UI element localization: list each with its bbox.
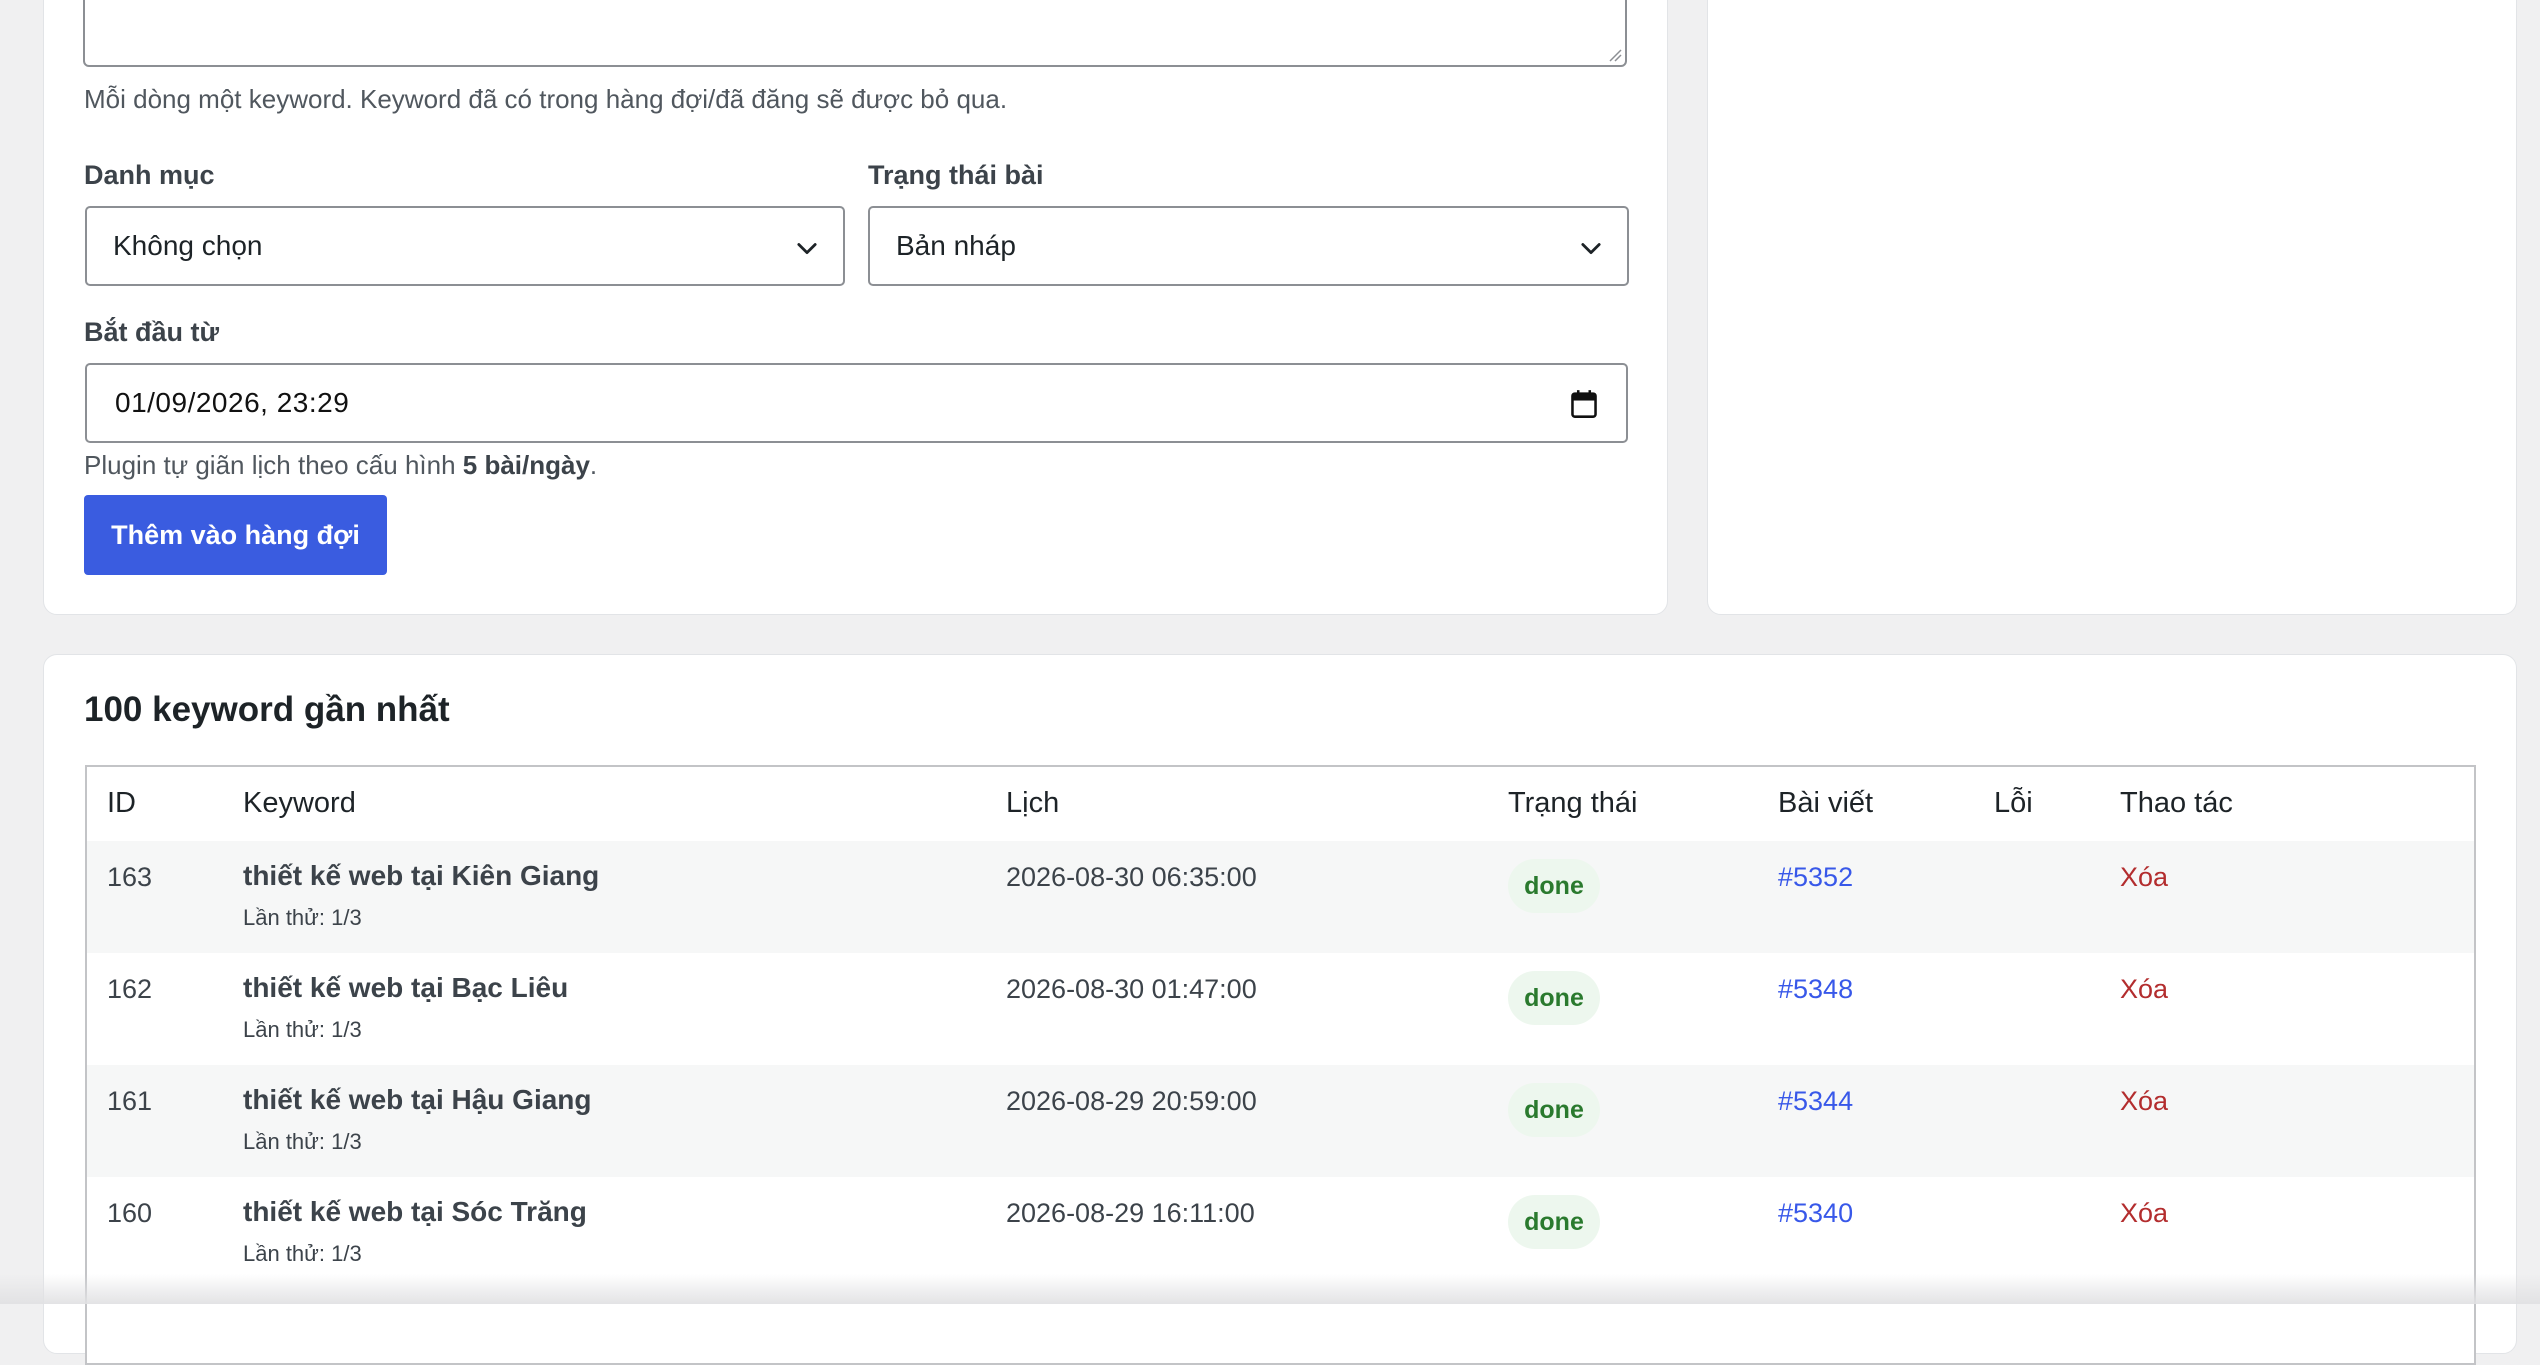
category-select-value: Không chọn [113,230,263,261]
post-link[interactable]: #5340 [1778,1198,1853,1229]
status-badge: done [1508,971,1600,1025]
row-schedule: 2026-08-29 16:11:00 [1006,1198,1255,1228]
row-keyword: thiết kế web tại Sóc Trăng [243,1196,587,1227]
row-schedule: 2026-08-29 20:59:00 [1006,1086,1257,1116]
post-status-select-value: Bản nháp [896,230,1016,261]
col-header-id: ID [107,787,136,819]
keywords-help-text: Mỗi dòng một keyword. Keyword đã có tron… [84,84,1008,114]
resize-grip-icon[interactable] [1606,46,1622,62]
row-attempt: Lần thử: 1/3 [243,905,362,930]
row-keyword: thiết kế web tại Kiên Giang [243,860,600,891]
schedule-help-text: Plugin tự giãn lịch theo cấu hình 5 bài/… [84,450,597,481]
status-badge: done [1508,1195,1600,1249]
row-attempt: Lần thử: 1/3 [243,1017,362,1042]
post-link[interactable]: #5344 [1778,1086,1853,1117]
col-header-keyword: Keyword [243,787,356,819]
table-row: 163 thiết kế web tại Kiên Giang Lần thử:… [87,841,2474,953]
row-id: 163 [107,862,153,892]
col-header-post: Bài viết [1778,787,1874,819]
table-header: ID Keyword Lịch Trạng thái Bài viết Lỗi … [87,767,2474,843]
delete-link[interactable]: Xóa [2120,974,2168,1005]
calendar-icon[interactable] [1570,389,1598,419]
delete-link[interactable]: Xóa [2120,1198,2168,1229]
col-header-error: Lỗi [1994,787,2033,819]
add-to-queue-button[interactable]: Thêm vào hàng đợi [84,495,387,575]
table-row: 162 thiết kế web tại Bạc Liêu Lần thử: 1… [87,953,2474,1065]
delete-link[interactable]: Xóa [2120,862,2168,893]
start-datetime-value: 01/09/2026, 23:29 [115,387,350,418]
chevron-down-icon [797,243,817,255]
category-select[interactable]: Không chọn [85,206,845,286]
chevron-down-icon [1581,243,1601,255]
delete-link[interactable]: Xóa [2120,1086,2168,1117]
post-status-label: Trạng thái bài [868,160,1044,190]
row-id: 160 [107,1198,153,1228]
post-status-select[interactable]: Bản nháp [868,206,1629,286]
col-header-schedule: Lịch [1006,787,1060,819]
row-schedule: 2026-08-30 06:35:00 [1006,862,1257,892]
table-row: 160 thiết kế web tại Sóc Trăng Lần thử: … [87,1177,2474,1289]
scroll-fade [0,1274,2540,1304]
row-id: 161 [107,1086,153,1116]
post-link[interactable]: #5352 [1778,862,1853,893]
status-badge: done [1508,859,1600,913]
start-datetime-input[interactable]: 01/09/2026, 23:29 [85,363,1628,443]
row-keyword: thiết kế web tại Bạc Liêu [243,972,569,1003]
side-panel-card [1707,0,2517,615]
row-attempt: Lần thử: 1/3 [243,1129,362,1154]
row-schedule: 2026-08-30 01:47:00 [1006,974,1257,1004]
category-label: Danh mục [84,160,215,190]
col-header-actions: Thao tác [2120,787,2233,819]
col-header-status: Trạng thái [1508,787,1638,819]
status-badge: done [1508,1083,1600,1137]
row-attempt: Lần thử: 1/3 [243,1241,362,1266]
keywords-textarea[interactable] [83,0,1627,67]
schedule-help-suffix: . [589,450,598,480]
queue-title: 100 keyword gần nhất [84,690,450,729]
start-date-label: Bắt đầu từ [84,317,220,347]
row-id: 162 [107,974,153,1004]
post-link[interactable]: #5348 [1778,974,1853,1005]
schedule-help-rate: 5 bài/ngày [462,450,590,480]
table-row: 161 thiết kế web tại Hậu Giang Lần thử: … [87,1065,2474,1177]
row-keyword: thiết kế web tại Hậu Giang [243,1084,592,1115]
schedule-help-prefix: Plugin tự giãn lịch theo cấu hình [84,450,463,480]
